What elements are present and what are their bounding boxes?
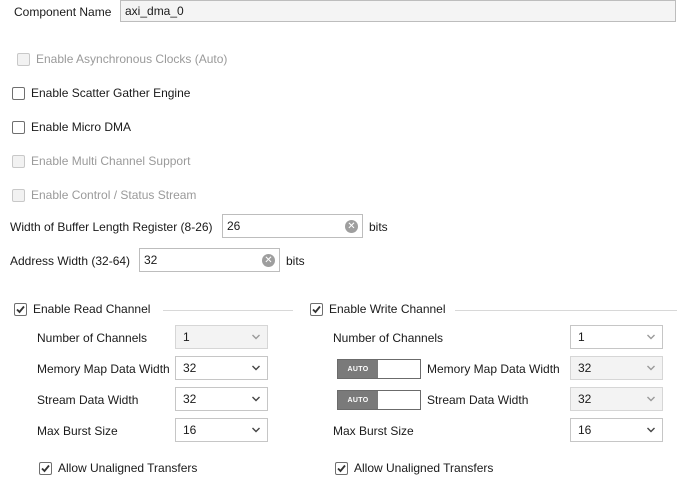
control-status-label: Enable Control / Status Stream xyxy=(31,188,197,202)
micro-dma-option[interactable]: Enable Micro DMA xyxy=(12,119,131,135)
write-max-burst-value: 16 xyxy=(578,423,592,437)
read-stream-width-select[interactable]: 32 xyxy=(175,387,268,411)
chevron-down-icon xyxy=(252,427,260,433)
clear-icon[interactable]: ✕ xyxy=(345,219,358,233)
async-clocks-label: Enable Asynchronous Clocks (Auto) xyxy=(36,52,228,66)
check-icon xyxy=(41,464,50,472)
chevron-down-icon xyxy=(647,365,655,371)
control-status-option: Enable Control / Status Stream xyxy=(12,187,196,203)
chevron-down-icon xyxy=(252,396,260,402)
read-max-burst-select[interactable]: 16 xyxy=(175,418,268,442)
scatter-gather-label: Enable Scatter Gather Engine xyxy=(31,86,191,100)
buffer-length-value: 26 xyxy=(227,219,241,233)
write-num-channels-select[interactable]: 1 xyxy=(570,325,663,349)
chevron-down-icon xyxy=(252,365,260,371)
address-width-input[interactable]: 32 ✕ xyxy=(139,248,280,272)
control-status-checkbox xyxy=(12,188,25,202)
write-mm-width-auto-toggle[interactable]: AUTO xyxy=(337,359,421,379)
write-stream-width-auto-toggle[interactable]: AUTO xyxy=(337,390,421,410)
clear-icon[interactable]: ✕ xyxy=(262,253,275,267)
component-name-label: Component Name xyxy=(14,5,112,19)
read-max-burst-label: Max Burst Size xyxy=(37,424,118,438)
scatter-gather-checkbox[interactable] xyxy=(12,86,25,100)
chevron-down-icon xyxy=(647,334,655,340)
chevron-down-icon xyxy=(252,334,260,340)
read-channel-checkbox[interactable] xyxy=(14,302,27,316)
read-num-channels-label: Number of Channels xyxy=(37,331,148,345)
write-stream-width-value: 32 xyxy=(578,392,592,406)
read-stream-width-value: 32 xyxy=(183,392,197,406)
read-num-channels-select: 1 xyxy=(175,325,268,349)
address-width-value: 32 xyxy=(144,253,158,267)
address-width-label: Address Width (32-64) xyxy=(10,254,131,268)
write-channel-divider xyxy=(455,310,677,311)
read-unaligned-checkbox[interactable] xyxy=(39,461,52,475)
write-max-burst-select[interactable]: 16 xyxy=(570,418,663,442)
read-stream-width-label: Stream Data Width xyxy=(37,393,139,407)
write-stream-width-select: 32 xyxy=(570,387,663,411)
write-mm-width-select: 32 xyxy=(570,356,663,380)
write-channel-header: Enable Write Channel xyxy=(329,302,446,316)
chevron-down-icon xyxy=(647,396,655,402)
write-stream-width-label: Stream Data Width xyxy=(427,393,529,407)
write-unaligned-label: Allow Unaligned Transfers xyxy=(354,461,494,475)
write-num-channels-label: Number of Channels xyxy=(333,331,444,345)
buffer-length-label: Width of Buffer Length Register (8-26) xyxy=(10,220,213,234)
scatter-gather-option[interactable]: Enable Scatter Gather Engine xyxy=(12,85,190,101)
multi-channel-checkbox xyxy=(12,154,25,168)
component-name-input[interactable]: axi_dma_0 xyxy=(120,0,676,22)
chevron-down-icon xyxy=(647,427,655,433)
read-mm-width-label: Memory Map Data Width xyxy=(37,362,170,376)
read-channel-toggle[interactable]: Enable Read Channel xyxy=(14,301,150,317)
micro-dma-checkbox[interactable] xyxy=(12,120,25,134)
address-width-unit: bits xyxy=(286,254,305,268)
read-unaligned-option[interactable]: Allow Unaligned Transfers xyxy=(39,460,197,476)
check-icon xyxy=(337,464,346,472)
read-mm-width-value: 32 xyxy=(183,361,197,375)
multi-channel-label: Enable Multi Channel Support xyxy=(31,154,191,168)
write-channel-toggle[interactable]: Enable Write Channel xyxy=(310,301,446,317)
read-num-channels-value: 1 xyxy=(183,330,190,344)
write-unaligned-option[interactable]: Allow Unaligned Transfers xyxy=(335,460,493,476)
buffer-length-unit: bits xyxy=(369,220,388,234)
write-num-channels-value: 1 xyxy=(578,330,585,344)
check-icon xyxy=(16,305,25,313)
read-channel-header: Enable Read Channel xyxy=(33,302,151,316)
write-max-burst-label: Max Burst Size xyxy=(333,424,414,438)
read-max-burst-value: 16 xyxy=(183,423,197,437)
micro-dma-label: Enable Micro DMA xyxy=(31,120,132,134)
write-unaligned-checkbox[interactable] xyxy=(335,461,348,475)
async-clocks-option: Enable Asynchronous Clocks (Auto) xyxy=(17,51,227,67)
read-mm-width-select[interactable]: 32 xyxy=(175,356,268,380)
auto-toggle-knob: AUTO xyxy=(338,391,378,409)
write-channel-checkbox[interactable] xyxy=(310,302,323,316)
async-clocks-checkbox xyxy=(17,52,30,66)
multi-channel-option: Enable Multi Channel Support xyxy=(12,153,190,169)
buffer-length-input[interactable]: 26 ✕ xyxy=(222,214,363,238)
auto-toggle-knob: AUTO xyxy=(338,360,378,378)
read-unaligned-label: Allow Unaligned Transfers xyxy=(58,461,198,475)
check-icon xyxy=(312,305,321,313)
read-channel-divider xyxy=(163,310,293,311)
write-mm-width-label: Memory Map Data Width xyxy=(427,362,560,376)
write-mm-width-value: 32 xyxy=(578,361,592,375)
